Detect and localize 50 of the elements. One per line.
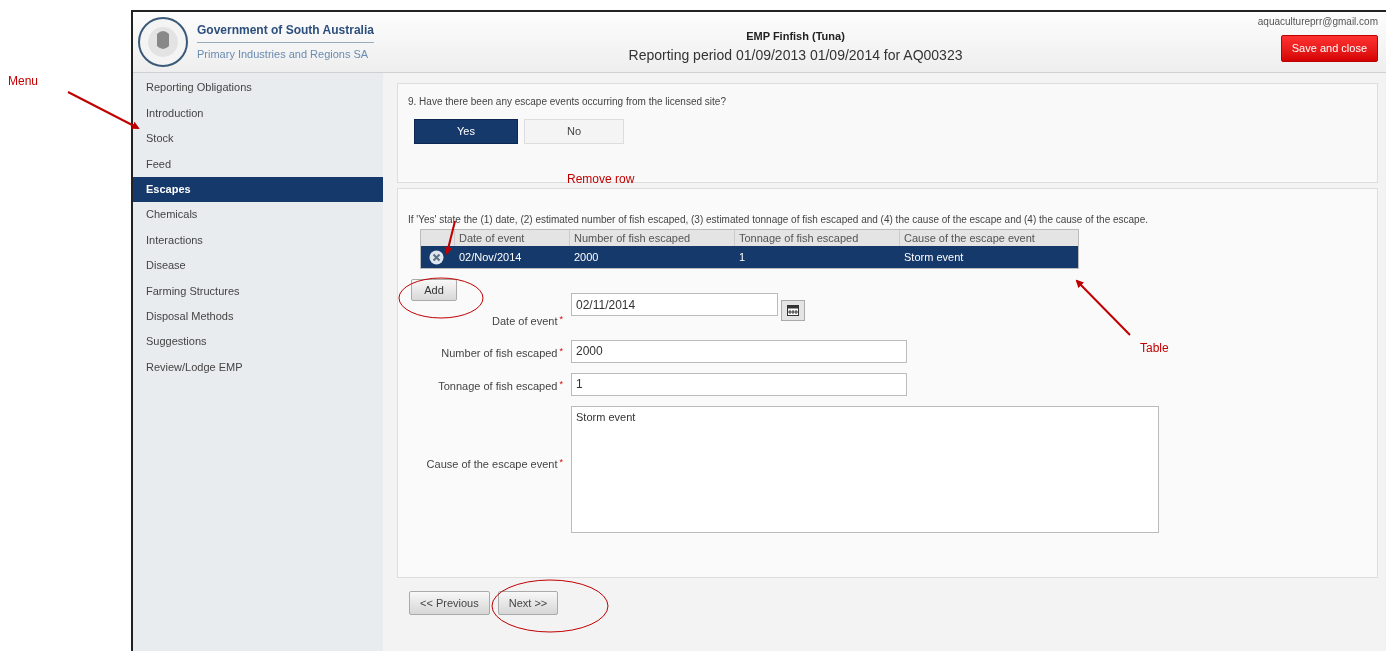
reporting-period: Reporting period 01/09/2013 01/09/2014 for AQ00323	[628, 45, 963, 65]
menu-item[interactable]: Review/Lodge EMP	[133, 354, 383, 380]
menu-item[interactable]: Farming Structures	[133, 278, 383, 304]
add-button[interactable]: Add	[411, 279, 457, 301]
form-title: EMP Finfish (Tuna)	[746, 29, 845, 44]
department-name: Primary Industries and Regions SA	[197, 47, 370, 63]
remove-row-icon[interactable]	[429, 249, 444, 265]
nav-button[interactable]: << Previous	[409, 591, 490, 615]
menu-item[interactable]: Introduction	[133, 100, 383, 126]
required-mark: *	[559, 377, 563, 391]
menu-item[interactable]: Reporting Obligations	[133, 75, 383, 101]
table-cell-text: 1	[738, 249, 747, 265]
table-cell-text: 02/Nov/2014	[458, 249, 523, 265]
menu-item[interactable]: Feed	[133, 151, 383, 177]
annotation-label: Menu	[8, 73, 39, 90]
text-area[interactable]: Storm event	[571, 405, 1159, 533]
required-mark: *	[559, 313, 563, 326]
menu-item[interactable]: Suggestions	[133, 328, 383, 355]
menu-item[interactable]: Escapes	[133, 176, 383, 202]
input-field[interactable]: 2000	[571, 339, 907, 363]
calendar-button[interactable]	[781, 300, 805, 321]
field-label: Date of event	[492, 314, 558, 329]
save-and-close-button[interactable]: Save and close	[1280, 35, 1378, 62]
menu-item[interactable]: Interactions	[133, 227, 383, 253]
input-field[interactable]: 1	[571, 372, 907, 396]
question-text: 9. Have there been any escape events occurring from the licensed site?	[408, 95, 727, 109]
user-email: aquacultureprr@gmail.com	[1257, 15, 1378, 29]
annotation-label: Remove row	[567, 171, 635, 188]
field-label: Tonnage of fish escaped	[438, 378, 558, 394]
menu-item[interactable]: Disease	[133, 252, 383, 279]
menu-item[interactable]: Chemicals	[133, 201, 383, 228]
table-cell-text: 2000	[573, 249, 600, 265]
field-label: Cause of the escape event	[426, 456, 558, 472]
choice-button[interactable]: No	[524, 119, 624, 144]
menu-item[interactable]: Disposal Methods	[133, 303, 383, 329]
required-mark: *	[559, 455, 563, 469]
menu-item[interactable]: Stock	[133, 125, 383, 152]
date-field[interactable]: 02/11/2014	[571, 293, 778, 316]
instructions-text: If 'Yes' state the (1) date, (2) estimated number of fish escaped, (3) estimated tonnage of fish escaped and (4) the cause of the escape and (4) the cause of the escape.	[408, 213, 1149, 227]
organization-name: Government of South Australia	[197, 21, 374, 44]
required-mark: *	[559, 344, 563, 358]
field-label: Number of fish escaped	[441, 345, 558, 361]
choice-button[interactable]: Yes	[414, 119, 518, 144]
nav-button[interactable]: Next >>	[497, 591, 559, 615]
annotation-label: Table	[1140, 340, 1169, 357]
calendar-icon	[787, 305, 799, 316]
crest-logo	[137, 16, 189, 68]
table-row[interactable]: 02/Nov/2014 2000 1 Storm event	[421, 246, 1078, 268]
annotation-arrow	[1075, 279, 1131, 336]
table-cell-text: Storm event	[903, 249, 965, 265]
